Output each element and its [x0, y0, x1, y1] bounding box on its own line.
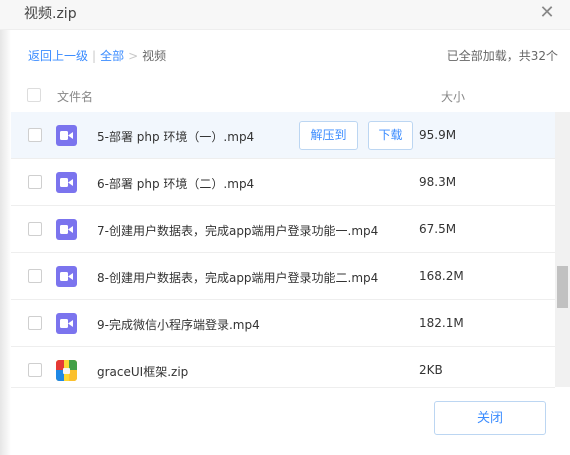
file-size: 67.5M: [419, 222, 457, 236]
file-name[interactable]: 9-完成微信小程序端登录.mp4: [97, 316, 260, 333]
breadcrumb-separator: |: [92, 49, 97, 63]
file-row[interactable]: 8-创建用户数据表，完成app端用户登录功能二.mp4 168.2M: [11, 253, 555, 300]
close-icon[interactable]: ✕: [536, 2, 558, 24]
archive-preview-dialog: 视频.zip ✕ 返回上一级 | 全部 > 视频 已全部加载，共32个 文件名 大小 5…: [0, 0, 570, 455]
file-row[interactable]: 9-完成微信小程序端登录.mp4 182.1M: [11, 300, 555, 347]
file-checkbox[interactable]: [28, 316, 42, 330]
extract-to-button[interactable]: 解压到: [299, 121, 358, 150]
file-size: 95.9M: [419, 128, 457, 142]
breadcrumb-arrow: >: [128, 49, 139, 63]
file-list-header: 文件名 大小: [0, 78, 555, 114]
column-header-name: 文件名: [57, 90, 94, 104]
file-row[interactable]: graceUI框架.zip 2KB: [11, 347, 555, 387]
video-icon: [56, 313, 77, 334]
download-button[interactable]: 下载: [368, 121, 413, 150]
file-row[interactable]: 5-部署 php 环境（一）.mp4 解压到 下载 95.9M: [11, 112, 555, 159]
column-header-size: 大小: [441, 90, 466, 104]
file-checkbox[interactable]: [28, 363, 42, 377]
file-size: 2KB: [419, 363, 443, 377]
dialog-left-edge: [0, 0, 11, 455]
file-name[interactable]: 7-创建用户数据表，完成app端用户登录功能一.mp4: [97, 222, 378, 239]
file-checkbox[interactable]: [28, 222, 42, 236]
file-row[interactable]: 7-创建用户数据表，完成app端用户登录功能一.mp4 67.5M: [11, 206, 555, 253]
breadcrumb: 返回上一级 | 全部 > 视频: [28, 47, 166, 64]
file-checkbox[interactable]: [28, 128, 42, 142]
video-icon: [56, 266, 77, 287]
scrollbar-track[interactable]: [555, 112, 570, 387]
breadcrumb-all-link[interactable]: 全部: [100, 49, 124, 63]
video-icon: [56, 219, 77, 240]
dialog-title: 视频.zip: [24, 6, 77, 22]
file-name[interactable]: 6-部署 php 环境（二）.mp4: [97, 175, 254, 192]
load-status-text: 已全部加载，共32个: [446, 49, 558, 63]
file-size: 98.3M: [419, 175, 457, 189]
breadcrumb-current: 视频: [142, 49, 167, 63]
file-size: 182.1M: [419, 316, 464, 330]
file-size: 168.2M: [419, 269, 464, 283]
title-bar: 视频.zip ✕: [0, 0, 570, 30]
file-list: 5-部署 php 环境（一）.mp4 解压到 下载 95.9M 6-部署 php…: [11, 112, 555, 387]
footer-divider: [11, 387, 555, 388]
video-icon: [56, 172, 77, 193]
select-all-checkbox[interactable]: [27, 88, 41, 102]
video-icon: [56, 125, 77, 146]
file-checkbox[interactable]: [28, 269, 42, 283]
file-name[interactable]: 8-创建用户数据表，完成app端用户登录功能二.mp4: [97, 269, 378, 286]
archive-icon: [56, 360, 77, 381]
file-checkbox[interactable]: [28, 175, 42, 189]
file-row[interactable]: 6-部署 php 环境（二）.mp4 98.3M: [11, 159, 555, 206]
file-name[interactable]: 5-部署 php 环境（一）.mp4: [97, 128, 254, 145]
close-button[interactable]: 关闭: [434, 401, 546, 435]
file-name[interactable]: graceUI框架.zip: [97, 363, 188, 380]
scrollbar-thumb[interactable]: [557, 266, 568, 308]
back-link[interactable]: 返回上一级: [28, 49, 88, 63]
